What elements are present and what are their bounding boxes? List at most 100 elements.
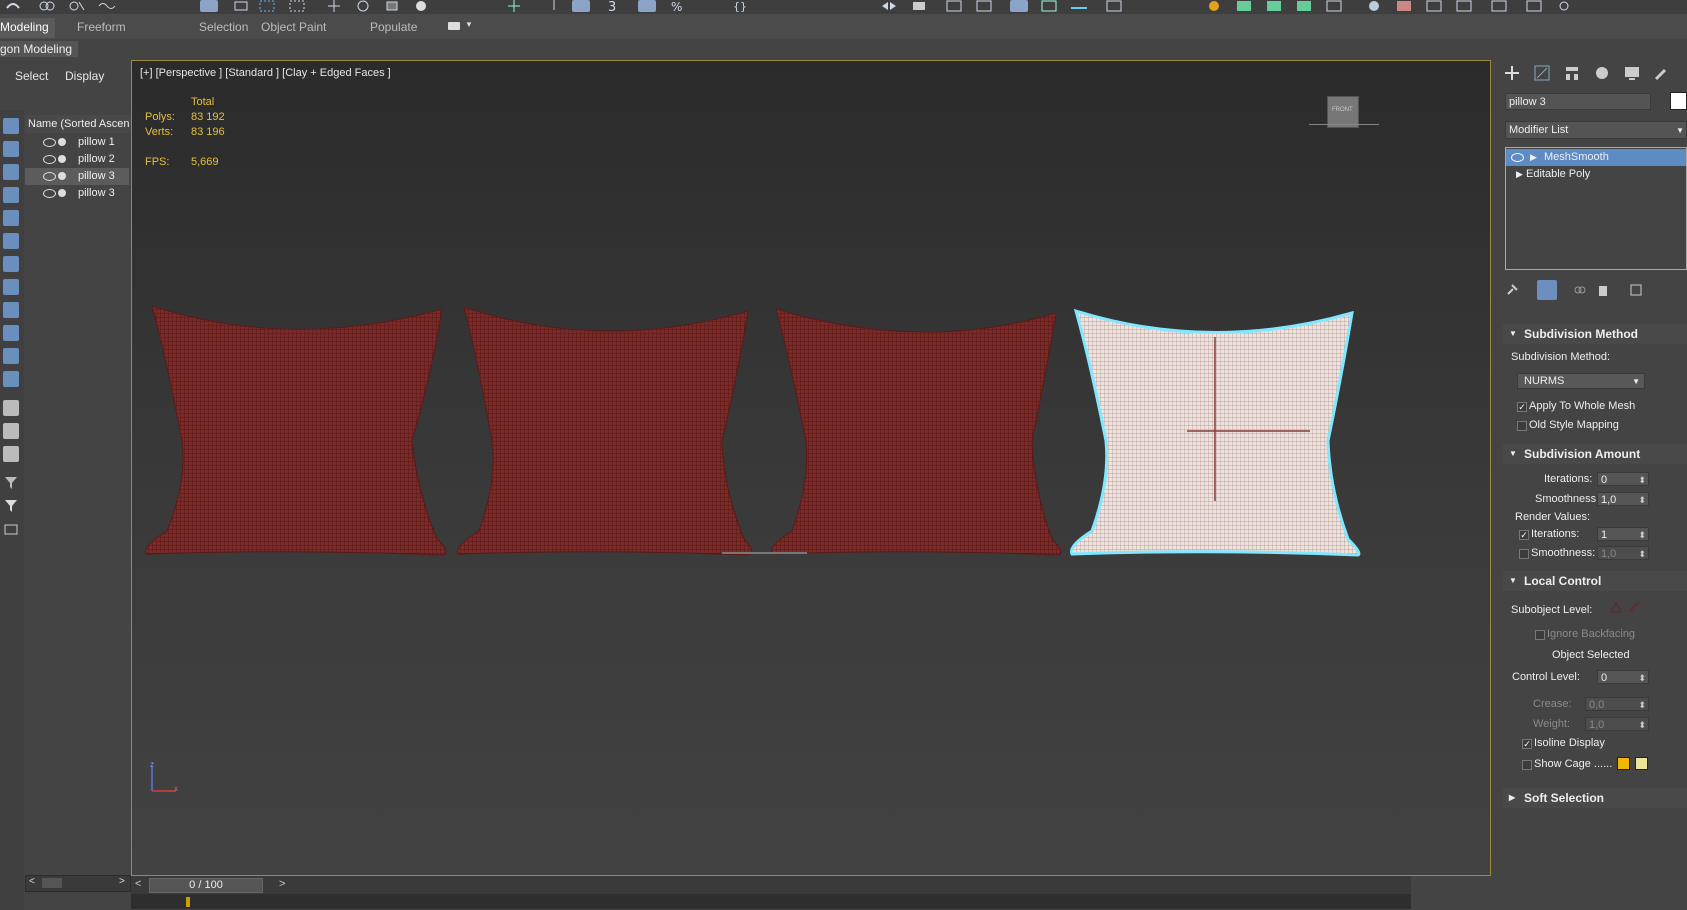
render-setup-icon[interactable] <box>1205 0 1223 12</box>
curve-editor-icon[interactable] <box>1040 0 1058 12</box>
viewport-icon[interactable] <box>1365 0 1383 12</box>
horizontal-scrollbar[interactable]: < > <box>25 875 131 892</box>
unlink-icon[interactable] <box>68 0 86 12</box>
utilities-tab-icon[interactable] <box>1653 64 1671 82</box>
eye-icon[interactable] <box>43 155 56 164</box>
eye-icon[interactable] <box>43 172 56 181</box>
select-object-icon[interactable] <box>200 0 218 12</box>
panel-icon-4[interactable] <box>1525 0 1543 12</box>
mirror-icon[interactable] <box>880 0 898 12</box>
toggle-ribbon-icon[interactable] <box>975 0 993 12</box>
perspective-viewport[interactable]: [+] [Perspective ] [Standard ] [Clay + E… <box>131 60 1491 876</box>
angle-snap-icon[interactable]: 3 <box>605 0 623 15</box>
align-icon[interactable] <box>910 0 928 12</box>
window-crossing-icon[interactable] <box>288 0 306 12</box>
snaps-toggle-icon[interactable] <box>572 0 590 12</box>
pillow-2-mesh[interactable] <box>456 306 753 556</box>
tab-populate[interactable]: Populate <box>370 20 417 34</box>
rollout-subdivision-method[interactable]: ▼ Subdivision Method <box>1503 324 1687 344</box>
edit-named-selections-icon[interactable]: {} <box>730 0 748 13</box>
chevron-down-icon[interactable]: ▼ <box>465 20 473 29</box>
funnel-icon[interactable] <box>3 498 19 514</box>
hierarchy-tab-icon[interactable] <box>1563 64 1581 82</box>
display-invert-icon[interactable] <box>3 446 19 462</box>
time-slider-thumb[interactable]: 0 / 100 <box>149 878 263 893</box>
motion-tab-icon[interactable] <box>1593 64 1611 82</box>
render-smoothness-checkbox[interactable] <box>1519 549 1529 559</box>
select-by-name-icon[interactable] <box>232 0 250 12</box>
scrollbar-thumb[interactable] <box>42 878 62 888</box>
render-iterations-checkbox[interactable]: ✓ <box>1519 530 1529 540</box>
isoline-display-checkbox[interactable]: ✓ <box>1522 739 1532 749</box>
layer-explorer-icon[interactable] <box>945 0 963 12</box>
chevron-left-icon[interactable]: < <box>135 878 141 890</box>
render-cloud-icon[interactable] <box>1325 0 1343 12</box>
display-cameras-icon[interactable] <box>3 187 19 203</box>
tab-modeling[interactable]: Modeling <box>0 18 55 38</box>
undo-icon[interactable] <box>4 0 22 12</box>
list-item[interactable]: pillow 1 <box>25 134 129 151</box>
display-tab-icon[interactable] <box>1623 64 1641 82</box>
control-level-spinner[interactable]: 0 <box>1597 670 1649 685</box>
eye-icon[interactable] <box>43 189 56 198</box>
configure-modifier-sets-icon[interactable] <box>1629 283 1643 300</box>
crease-spinner[interactable]: 0,0 <box>1585 697 1649 712</box>
rollout-local-control[interactable]: ▼ Local Control <box>1503 571 1687 591</box>
chevron-right-icon[interactable]: > <box>119 876 125 887</box>
list-item[interactable]: pillow 3 <box>25 185 129 202</box>
list-item[interactable]: pillow 2 <box>25 151 129 168</box>
render-smoothness-spinner[interactable]: 1,0 <box>1597 546 1649 561</box>
modifier-list-dropdown[interactable]: Modifier List ▼ <box>1505 121 1687 139</box>
create-tab-icon[interactable] <box>1503 64 1521 82</box>
show-cage-checkbox[interactable] <box>1522 760 1532 770</box>
list-item-selected[interactable]: pillow 3 <box>25 168 129 185</box>
tab-freeform[interactable]: Freeform <box>77 20 126 34</box>
tab-select[interactable]: Select <box>15 69 48 83</box>
remove-modifier-icon[interactable] <box>1596 283 1610 300</box>
chevron-right-icon[interactable]: > <box>279 878 285 890</box>
rollout-soft-selection[interactable]: ▶ Soft Selection <box>1503 788 1687 808</box>
show-end-result-icon[interactable] <box>1537 280 1557 300</box>
display-helpers-icon[interactable] <box>3 210 19 226</box>
iterations-spinner[interactable]: 0 <box>1597 472 1649 487</box>
schematic-view-icon[interactable] <box>1070 0 1088 12</box>
display-bones-icon[interactable] <box>3 302 19 318</box>
rendered-frame-window-icon[interactable] <box>1235 0 1253 12</box>
edge-level-icon[interactable] <box>1627 600 1641 614</box>
display-xrefs-icon[interactable] <box>3 279 19 295</box>
display-spacewarps-icon[interactable] <box>3 233 19 249</box>
modify-tab-icon[interactable] <box>1533 64 1551 82</box>
eye-icon[interactable] <box>1511 153 1524 162</box>
rectangular-selection-icon[interactable] <box>258 0 276 12</box>
smoothness-spinner[interactable]: 1,0 <box>1597 492 1649 507</box>
tab-selection[interactable]: Selection <box>199 20 248 34</box>
freeze-icon[interactable] <box>58 138 66 146</box>
cage-color-swatch-2[interactable] <box>1635 757 1648 770</box>
pin-stack-icon[interactable] <box>1505 283 1519 300</box>
select-manipulate-icon[interactable] <box>505 0 523 12</box>
percent-snap-icon[interactable] <box>638 0 656 12</box>
subdivision-method-dropdown[interactable]: NURMS ▼ <box>1517 373 1645 389</box>
rollout-subdivision-amount[interactable]: ▼ Subdivision Amount <box>1503 444 1687 464</box>
layer-icon[interactable] <box>3 521 19 537</box>
weight-spinner[interactable]: 1,0 <box>1585 717 1649 732</box>
cage-color-swatch-1[interactable] <box>1617 757 1630 770</box>
chevron-left-icon[interactable]: < <box>29 876 35 887</box>
link-icon[interactable] <box>38 0 56 12</box>
chevron-right-icon[interactable]: ▶ <box>1530 149 1537 166</box>
graphite-tools-icon[interactable] <box>1010 0 1028 12</box>
display-shapes-icon[interactable] <box>3 141 19 157</box>
eye-icon[interactable] <box>43 138 56 147</box>
display-geometry-icon[interactable] <box>3 118 19 134</box>
place-icon[interactable] <box>412 0 430 12</box>
stack-item-editable-poly[interactable]: ▶ Editable Poly <box>1506 166 1686 183</box>
tab-object-paint[interactable]: Object Paint <box>261 20 326 34</box>
panel-icon-3[interactable] <box>1490 0 1508 12</box>
ribbon-panel-label[interactable]: gon Modeling <box>0 41 79 57</box>
display-hidden-icon[interactable] <box>3 371 19 387</box>
bind-spacewarp-icon[interactable] <box>98 0 116 12</box>
tab-display[interactable]: Display <box>65 69 104 83</box>
ribbon-options-icon[interactable] <box>448 22 460 30</box>
render-production-icon[interactable] <box>1265 0 1283 12</box>
panel-icon-1[interactable] <box>1425 0 1443 12</box>
